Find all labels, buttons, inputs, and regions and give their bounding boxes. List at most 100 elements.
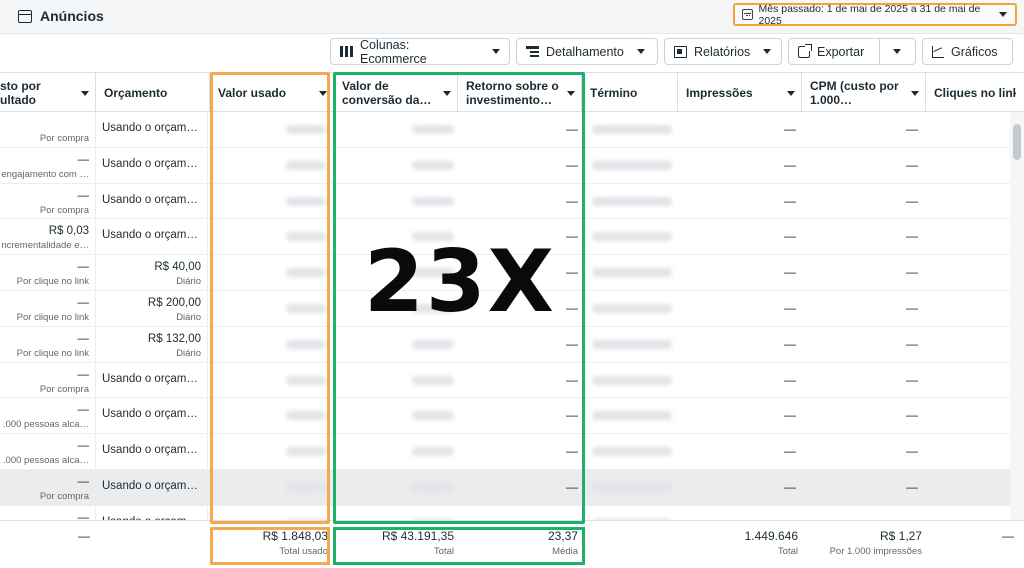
redacted-value: [592, 411, 672, 421]
calendar-icon: [742, 9, 753, 20]
table-row[interactable]: — engajamento com … Usando o orçam… — — —: [0, 147, 1010, 184]
roas-value: —: [566, 372, 578, 387]
impressions-value: —: [784, 122, 796, 136]
sort-icon[interactable]: [911, 91, 919, 96]
chevron-down-icon: [999, 12, 1007, 17]
impressions-value: —: [784, 408, 796, 423]
budget-value: Usando o orçam…: [102, 193, 198, 206]
scrollbar-thumb[interactable]: [1013, 124, 1021, 160]
roas-value: —: [566, 265, 578, 280]
roas-value: —: [566, 479, 578, 494]
col-link-clicks-label: Cliques no link: [934, 85, 1016, 100]
cpm-value: —: [906, 408, 918, 423]
budget-frequency: Diário: [176, 347, 201, 359]
col-end[interactable]: Término: [582, 73, 678, 112]
redacted-value: [286, 125, 326, 134]
table-row[interactable]: —.000 pessoas alca…Usando o orçam…———: [0, 434, 1010, 470]
impressions-value: —: [784, 157, 796, 172]
col-conversion-value-label: Valor de conversão da…: [342, 78, 432, 107]
col-cpm[interactable]: CPM (custo por 1.000…: [802, 73, 926, 112]
columns-button[interactable]: Colunas: Ecommerce: [330, 37, 510, 66]
budget-value: Usando o orçam…: [102, 372, 198, 385]
sort-icon[interactable]: [567, 91, 575, 96]
redacted-value: [592, 482, 672, 492]
sort-icon[interactable]: [443, 91, 451, 96]
table-row[interactable]: — Por compra Usando o orçam… — — —: [0, 362, 1010, 399]
result-cost-sub: Por clique no link: [16, 311, 89, 323]
export-icon: [798, 43, 812, 58]
cpm-value: —: [906, 122, 918, 136]
totals-row: — R$ 1.848,03 Total usado R$ 43.191,35 T…: [0, 520, 1024, 568]
vertical-scrollbar[interactable]: [1010, 112, 1024, 520]
date-range-picker[interactable]: Mês passado: 1 de mai de 2025 a 31 de ma…: [733, 3, 1017, 27]
budget-cell: Usando o orçam…: [96, 398, 208, 434]
col-roas-label: Retorno sobre o investimento…: [466, 78, 559, 107]
breakdown-button[interactable]: Detalhamento: [516, 38, 658, 65]
col-impressions[interactable]: Impressões: [678, 73, 802, 112]
redacted-value: [592, 196, 672, 206]
chevron-down-icon: [763, 49, 772, 54]
budget-cell: Usando o orçam…: [96, 362, 208, 398]
redacted-value: [412, 125, 454, 134]
cpm-value: —: [906, 479, 918, 494]
budget-value: R$ 40,00: [154, 261, 201, 274]
export-button[interactable]: Exportar: [788, 38, 916, 65]
table-row[interactable]: — Por compra Usando o orçam… — — —: [0, 469, 1010, 506]
col-amount-spent[interactable]: Valor usado: [210, 73, 334, 112]
redacted-value: [286, 339, 326, 349]
result-cost-cell: — Por compra: [0, 469, 96, 505]
table-row[interactable]: — Por compra Usando o orçam… — — —: [0, 183, 1010, 220]
redacted-value: [592, 303, 672, 313]
sort-icon[interactable]: [319, 91, 327, 96]
redacted-value: [412, 447, 454, 457]
roas-value: —: [566, 122, 578, 136]
cpm-value: —: [906, 157, 918, 172]
sort-icon[interactable]: [81, 91, 89, 96]
result-cost-sub: Por clique no link: [16, 347, 89, 359]
result-cost-sub: Por clique no link: [16, 276, 89, 288]
col-end-label: Término: [590, 85, 638, 100]
result-cost-cell: Por compra: [0, 112, 96, 147]
roas-overlay-text: 23X: [364, 232, 556, 332]
columns-label: Colunas: Ecommerce: [360, 37, 427, 66]
budget-frequency: Diário: [176, 311, 201, 323]
redacted-value: [412, 375, 454, 385]
cpm-value: —: [906, 265, 918, 280]
result-cost-value: —: [77, 153, 90, 166]
reports-button[interactable]: Relatórios: [664, 38, 782, 65]
budget-cell: Usando o orçam…: [96, 112, 208, 147]
result-cost-sub: ncrementalidade e…: [1, 240, 89, 252]
result-cost-cell: — Por compra: [0, 362, 96, 398]
export-dropdown-icon[interactable]: [893, 49, 902, 54]
table-row[interactable]: —.000 pessoas alca…Usando o orçam… — — —: [0, 398, 1010, 435]
table-row[interactable]: — Por clique no link R$ 132,00 Diário — — —: [0, 326, 1010, 363]
col-link-clicks[interactable]: Cliques no link: [926, 73, 1024, 112]
result-cost-value: —: [77, 368, 90, 381]
sort-icon[interactable]: [787, 91, 795, 96]
col-result-cost[interactable]: sto por ultado: [0, 73, 96, 112]
impressions-value: —: [784, 193, 796, 208]
roas-value: —: [566, 229, 578, 244]
col-budget[interactable]: Orçamento: [96, 73, 210, 112]
cpm-value: —: [906, 336, 918, 351]
roas-value: —: [566, 408, 578, 423]
charts-button[interactable]: Gráficos: [922, 38, 1013, 65]
export-label: Exportar: [817, 44, 865, 59]
redacted-value: [412, 482, 454, 492]
table-row[interactable]: —.000 pessoas alca…Usando o orçam…———: [0, 505, 1010, 520]
redacted-value: [592, 232, 672, 242]
col-impressions-label: Impressões: [686, 85, 753, 100]
total-conversion: R$ 43.191,35: [381, 529, 454, 543]
result-cost-cell: —.000 pessoas alca…: [0, 398, 96, 434]
budget-value: Usando o orçam…: [102, 157, 198, 170]
redacted-value: [592, 339, 672, 349]
impressions-value: —: [784, 265, 796, 280]
table-row[interactable]: Por compra Usando o orçam… — — —: [0, 112, 1010, 148]
result-cost-value: —: [77, 475, 90, 488]
col-roas[interactable]: Retorno sobre o investimento…: [458, 73, 582, 112]
roas-value: —: [566, 336, 578, 351]
col-conversion-value[interactable]: Valor de conversão da…: [334, 73, 458, 112]
result-cost-sub: Por compra: [39, 204, 89, 216]
result-cost-cell: —.000 pessoas alca…: [0, 505, 96, 520]
redacted-value: [286, 411, 326, 421]
